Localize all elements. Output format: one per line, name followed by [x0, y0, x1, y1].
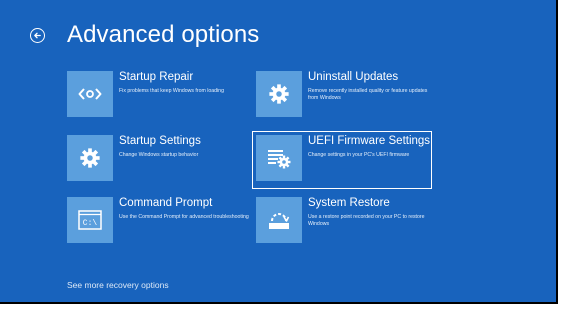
svg-text:C:\: C:\ [83, 219, 98, 228]
option-tile [67, 135, 113, 181]
startup-repair-icon [78, 88, 102, 100]
option-description: Fix problems that keep Windows from load… [119, 88, 224, 94]
option-title: Command Prompt [119, 197, 213, 209]
gear-icon [80, 148, 100, 168]
see-more-recovery-options-link[interactable]: See more recovery options [67, 280, 169, 290]
option-description: Use the Command Prompt for advanced trou… [119, 214, 249, 220]
option-title: System Restore [308, 197, 390, 209]
option-tile [67, 71, 113, 117]
page-title: Advanced options [67, 21, 260, 48]
back-button[interactable] [30, 28, 45, 43]
system-restore-icon [269, 213, 290, 229]
option-title: UEFI Firmware Settings [308, 135, 431, 147]
firmware-chip-icon [268, 150, 291, 169]
option-description: Change Windows startup behavior [119, 152, 199, 158]
option-description: Use a restore point recorded on your PC … [308, 214, 425, 227]
startup-settings-option[interactable]: Startup Settings Change Windows startup … [67, 135, 252, 193]
option-tile [256, 197, 302, 243]
command-prompt-icon: C:\ [78, 210, 102, 230]
option-description: Remove recently installed quality or fea… [308, 88, 428, 101]
advanced-options-screen: Advanced options Startup Repair Fix prob… [0, 0, 558, 304]
command-prompt-option[interactable]: C:\ Command Prompt Use the Command Promp… [67, 197, 252, 255]
system-restore-option[interactable]: System Restore Use a restore point recor… [256, 197, 441, 255]
uninstall-updates-option[interactable]: Uninstall Updates Remove recently instal… [256, 71, 441, 129]
option-tile [256, 71, 302, 117]
option-tile [256, 135, 302, 181]
option-title: Startup Settings [119, 135, 201, 147]
option-title: Uninstall Updates [308, 71, 399, 83]
startup-repair-option[interactable]: Startup Repair Fix problems that keep Wi… [67, 71, 252, 129]
uefi-firmware-settings-option[interactable]: UEFI Firmware Settings Change settings i… [252, 131, 432, 189]
option-description: Change settings in your PC's UEFI firmwa… [308, 152, 410, 158]
back-arrow-icon [34, 32, 41, 39]
option-title: Startup Repair [119, 71, 194, 83]
option-tile: C:\ [67, 197, 113, 243]
gear-icon [269, 84, 289, 104]
